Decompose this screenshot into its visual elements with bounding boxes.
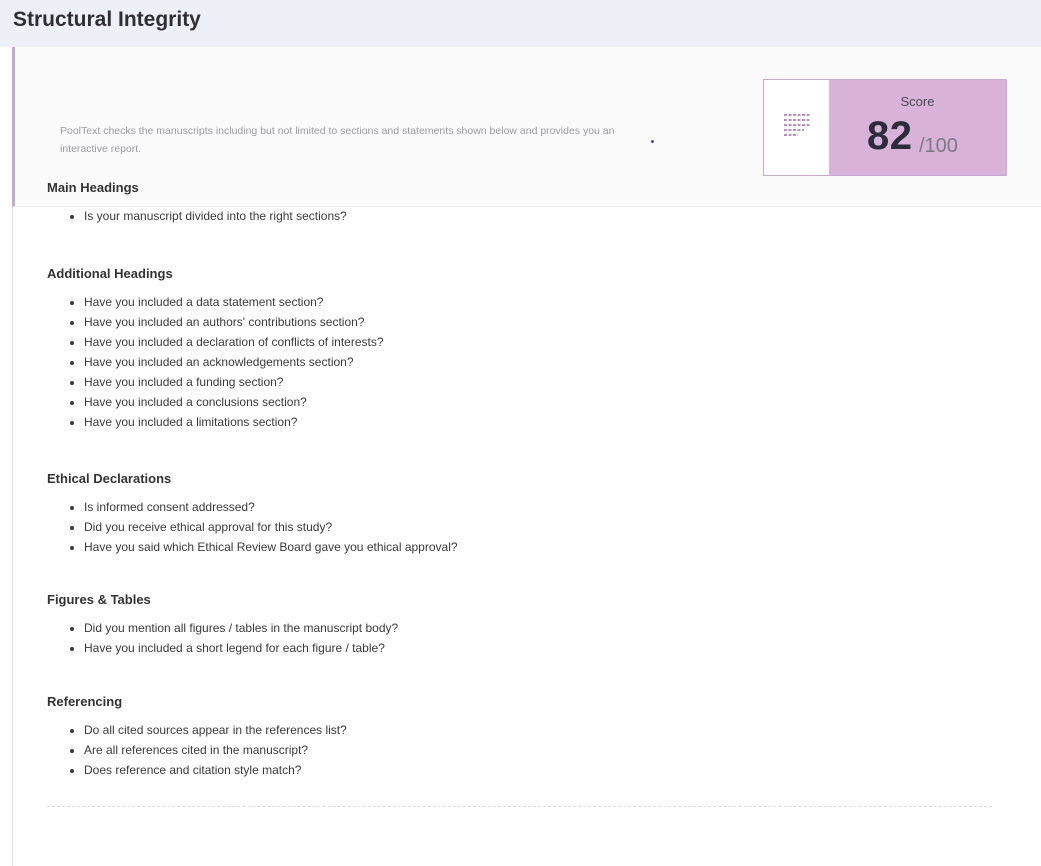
score-label: Score [900, 94, 935, 109]
list-item: Have you included a limitations section? [84, 412, 987, 432]
section-heading: Ethical Declarations [47, 471, 172, 486]
list-item: Have you included a funding section? [84, 372, 987, 392]
list-item: Is informed consent addressed? [84, 497, 987, 517]
score-icon-box [764, 80, 829, 175]
section-heading: Figures & Tables [47, 592, 151, 607]
section-additional-headings: Additional Headings Have you included a … [47, 266, 987, 471]
list-item: Did you receive ethical approval for thi… [84, 517, 987, 537]
checklist: Is your manuscript divided into the righ… [47, 206, 987, 226]
list-item: Have you included a short legend for eac… [84, 638, 987, 658]
score-value: 82 [867, 114, 913, 158]
section-heading: Main Headings [47, 180, 139, 195]
checklist: Have you included a data statement secti… [47, 292, 987, 432]
score-total: /100 [919, 135, 958, 157]
intro-description: PoolText checks the manuscripts includin… [60, 125, 615, 155]
checklist: Is informed consent addressed? Did you r… [47, 497, 987, 557]
page-title: Structural Integrity [13, 8, 201, 31]
list-item: Have you included a declaration of confl… [84, 332, 987, 352]
list-item: Does reference and citation style match? [84, 760, 987, 780]
section-referencing: Referencing Do all cited sources appear … [47, 694, 987, 780]
list-item: Do all cited sources appear in the refer… [84, 720, 987, 740]
list-item: Are all references cited in the manuscri… [84, 740, 987, 760]
list-item: Have you included an authors' contributi… [84, 312, 987, 332]
list-item: Have you said which Ethical Review Board… [84, 537, 987, 557]
list-item: Have you included a conclusions section? [84, 392, 987, 412]
checklist: Did you mention all figures / tables in … [47, 618, 987, 658]
checklist-sections: Main Headings Is your manuscript divided… [47, 180, 987, 780]
list-item: Have you included a data statement secti… [84, 292, 987, 312]
divider [47, 806, 992, 807]
title-bar: Structural Integrity [0, 0, 1041, 47]
section-figures-tables: Figures & Tables Did you mention all fig… [47, 592, 987, 694]
section-main-headings: Main Headings Is your manuscript divided… [47, 180, 987, 266]
section-ethical-declarations: Ethical Declarations Is informed consent… [47, 471, 987, 592]
list-item: Did you mention all figures / tables in … [84, 618, 987, 638]
checklist: Do all cited sources appear in the refer… [47, 720, 987, 780]
section-heading: Referencing [47, 694, 123, 709]
score-panel: Score 82 /100 [829, 80, 1006, 175]
list-item: Have you included an acknowledgements se… [84, 352, 987, 372]
decorative-dot [651, 140, 654, 143]
section-heading: Additional Headings [47, 266, 173, 281]
score-card: Score 82 /100 [763, 79, 1007, 176]
document-lines-icon [782, 110, 812, 145]
list-item: Is your manuscript divided into the righ… [84, 206, 987, 226]
